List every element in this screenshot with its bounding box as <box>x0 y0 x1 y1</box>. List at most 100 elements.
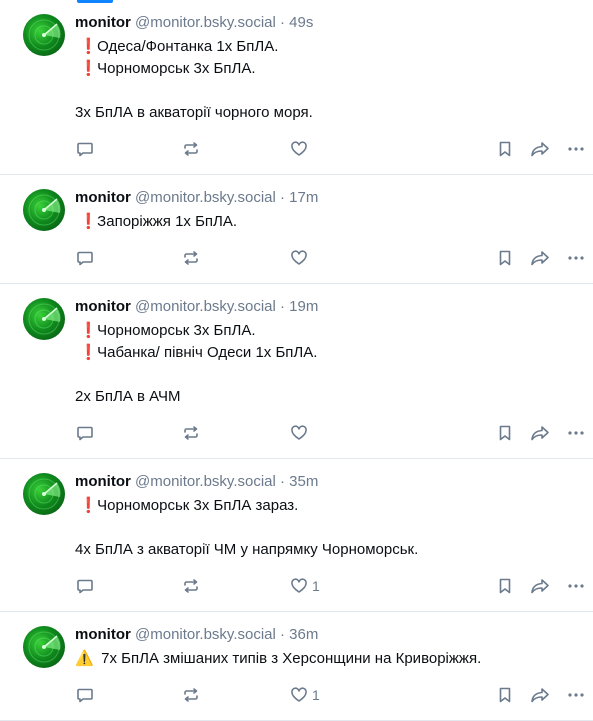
reply-button[interactable] <box>76 685 94 705</box>
post[interactable]: monitor @monitor.bsky.social · 19m ❗ Чор… <box>0 284 593 459</box>
text-line: ⚠️ 7х БпЛА змішаних типів з Херсонщини н… <box>75 648 581 670</box>
post-time[interactable]: · 36m <box>280 626 318 643</box>
like-button[interactable] <box>290 423 312 443</box>
like-button[interactable] <box>290 139 312 159</box>
more-icon <box>568 256 584 260</box>
repost-button[interactable] <box>182 576 200 596</box>
post-meta: monitor @monitor.bsky.social · 17m <box>75 188 581 208</box>
repost-icon <box>184 579 198 593</box>
avatar[interactable] <box>23 189 65 231</box>
author-name[interactable]: monitor <box>75 473 131 490</box>
author-handle[interactable]: @monitor.bsky.social <box>135 298 276 315</box>
post-text: ⚠️ 7х БпЛА змішаних типів з Херсонщини н… <box>75 648 581 670</box>
bookmark-button[interactable] <box>496 139 514 159</box>
heart-icon <box>291 687 307 702</box>
post[interactable]: monitor @monitor.bsky.social · 17m ❗ Зап… <box>0 175 593 284</box>
repost-icon <box>184 142 198 156</box>
bookmark-button[interactable] <box>496 576 514 596</box>
share-button[interactable] <box>530 423 550 443</box>
feed: monitor @monitor.bsky.social · 49s ❗ Оде… <box>0 0 593 721</box>
repost-button[interactable] <box>182 139 200 159</box>
reply-icon <box>77 579 93 594</box>
repost-icon <box>184 251 198 265</box>
more-options-button[interactable] <box>567 423 585 443</box>
avatar[interactable] <box>23 14 65 56</box>
text-line-content: Чорноморськ 3х БпЛА. <box>97 60 256 77</box>
post-time[interactable]: · 35m <box>280 473 318 490</box>
post-meta: monitor @monitor.bsky.social · 35m <box>75 472 581 492</box>
bookmark-icon <box>499 250 511 266</box>
bookmark-button[interactable] <box>496 248 514 268</box>
text-line: ❗ Запоріжжя 1х БпЛА. <box>75 211 581 233</box>
share-button[interactable] <box>530 576 550 596</box>
share-icon <box>531 688 549 703</box>
post-meta: monitor @monitor.bsky.social · 19m <box>75 297 581 317</box>
post[interactable]: monitor @monitor.bsky.social · 35m ❗ Чор… <box>0 459 593 612</box>
bookmark-icon <box>499 578 511 594</box>
exclamation-icon: ❗ <box>79 60 98 77</box>
author-handle[interactable]: @monitor.bsky.social <box>135 473 276 490</box>
heart-icon <box>291 578 307 593</box>
like-button[interactable]: 1 <box>290 685 320 705</box>
avatar[interactable] <box>23 298 65 340</box>
post-time[interactable]: · 19m <box>280 298 318 315</box>
radar-icon <box>28 19 61 51</box>
avatar[interactable] <box>23 626 65 668</box>
share-button[interactable] <box>530 685 550 705</box>
reply-button[interactable] <box>76 139 94 159</box>
bookmark-button[interactable] <box>496 423 514 443</box>
post-actions <box>75 248 593 268</box>
radar-icon <box>28 631 61 663</box>
post-text: ❗ Чорноморськ 3х БпЛА зараз. 4х БпЛА з ак… <box>75 495 581 561</box>
text-line-content: 2х БпЛА в АЧМ <box>75 388 181 405</box>
repost-button[interactable] <box>182 248 200 268</box>
post-time[interactable]: · 17m <box>280 189 318 206</box>
author-name[interactable]: monitor <box>75 298 131 315</box>
more-options-button[interactable] <box>567 576 585 596</box>
text-line: ❗ Чорноморськ 3х БпЛА зараз. <box>75 495 581 517</box>
bookmark-icon <box>499 425 511 441</box>
text-line-content: Чабанка/ північ Одеси 1х БпЛА. <box>97 344 318 361</box>
post-time[interactable]: · 49s <box>280 14 313 31</box>
like-count: 1 <box>312 687 320 703</box>
author-handle[interactable]: @monitor.bsky.social <box>135 189 276 206</box>
text-line: ❗ Чабанка/ північ Одеси 1х БпЛА. <box>75 342 581 364</box>
author-name[interactable]: monitor <box>75 626 131 643</box>
heart-icon <box>291 141 307 156</box>
author-name[interactable]: monitor <box>75 14 131 31</box>
reply-button[interactable] <box>76 248 94 268</box>
author-handle[interactable]: @monitor.bsky.social <box>135 14 276 31</box>
share-button[interactable] <box>530 248 550 268</box>
more-options-button[interactable] <box>567 248 585 268</box>
share-button[interactable] <box>530 139 550 159</box>
like-button[interactable]: 1 <box>290 576 320 596</box>
post[interactable]: monitor @monitor.bsky.social · 36m ⚠️ 7х… <box>0 612 593 721</box>
author-handle[interactable]: @monitor.bsky.social <box>135 626 276 643</box>
reply-icon <box>77 142 93 157</box>
text-line-content: Чорноморськ 3х БпЛА. <box>97 322 256 339</box>
text-line-content: 3х БпЛА в акваторії чорного моря. <box>75 104 313 121</box>
reply-button[interactable] <box>76 576 94 596</box>
post[interactable]: monitor @monitor.bsky.social · 49s ❗ Оде… <box>0 0 593 175</box>
text-line: ❗ Одеса/Фонтанка 1х БпЛА. <box>75 36 581 58</box>
bookmark-button[interactable] <box>496 685 514 705</box>
bookmark-icon <box>499 141 511 157</box>
repost-button[interactable] <box>182 685 200 705</box>
text-line <box>75 364 581 386</box>
author-name[interactable]: monitor <box>75 189 131 206</box>
more-options-button[interactable] <box>567 685 585 705</box>
reply-button[interactable] <box>76 423 94 443</box>
share-icon <box>531 142 549 157</box>
reply-icon <box>77 688 93 703</box>
repost-button[interactable] <box>182 423 200 443</box>
avatar[interactable] <box>23 473 65 515</box>
post-content: monitor @monitor.bsky.social · 17m ❗ Зап… <box>75 188 581 233</box>
like-button[interactable] <box>290 248 312 268</box>
exclamation-icon: ❗ <box>79 213 98 230</box>
post-actions: 1 <box>75 576 593 596</box>
share-icon <box>531 426 549 441</box>
exclamation-icon: ❗ <box>79 497 98 514</box>
post-content: monitor @monitor.bsky.social · 19m ❗ Чор… <box>75 297 581 408</box>
more-options-button[interactable] <box>567 139 585 159</box>
reply-icon <box>77 251 93 266</box>
